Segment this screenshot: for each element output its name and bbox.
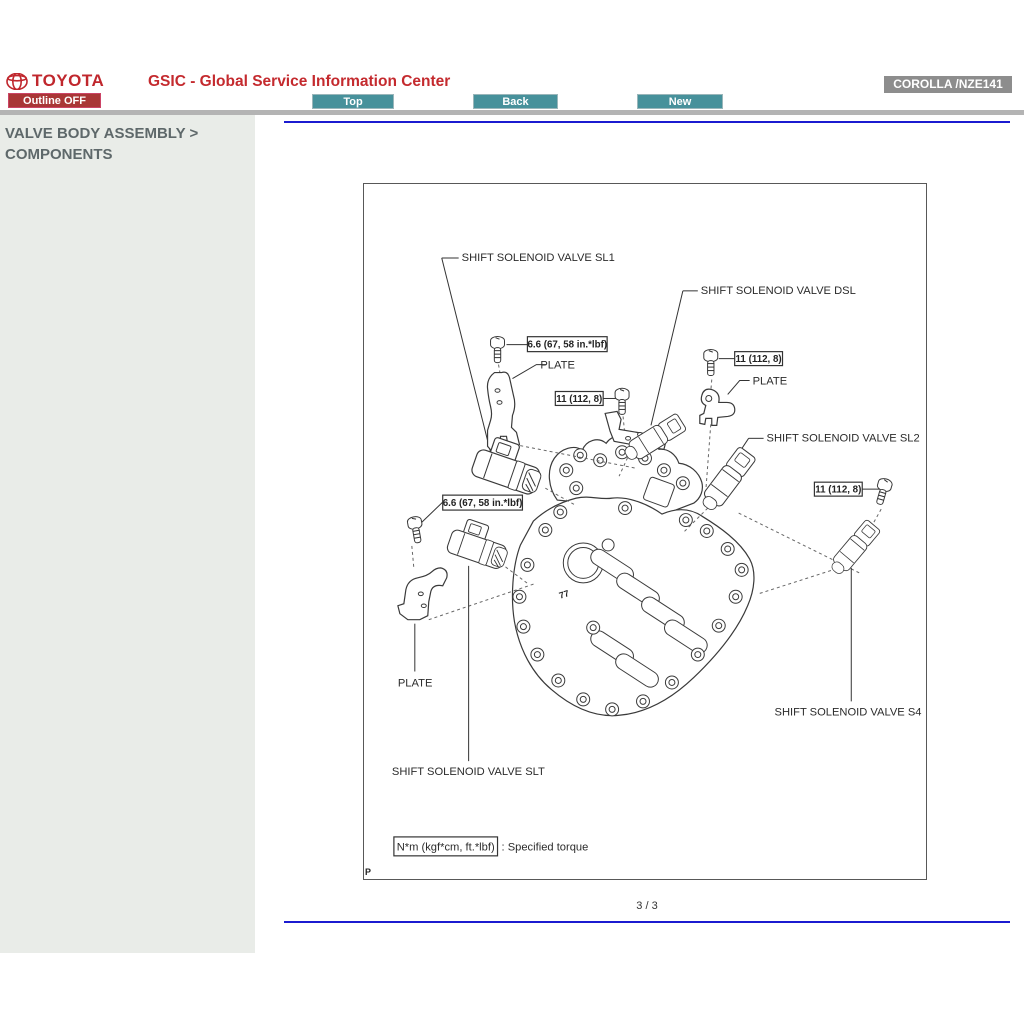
- brand: TOYOTA: [6, 71, 104, 91]
- torque-value: 6.6 (67, 58 in.*lbf): [527, 340, 607, 351]
- gsic-page: TOYOTA GSIC - Global Service Information…: [0, 0, 1024, 1024]
- legend-box-text: N*m (kgf*cm, ft.*lbf): [397, 841, 495, 853]
- torque-value: 11 (112, 8): [815, 485, 861, 496]
- blue-rule-bottom: [284, 921, 1010, 923]
- label-plate-bottom-left: PLATE: [398, 677, 433, 689]
- bolt-icon: [704, 349, 718, 375]
- torque-value: 11 (112, 8): [556, 394, 602, 405]
- blue-rule-top: [284, 121, 1010, 123]
- brand-text: TOYOTA: [32, 71, 104, 91]
- new-button[interactable]: New: [637, 94, 723, 109]
- bolt-icon: [491, 336, 505, 362]
- legend-text: : Specified torque: [502, 841, 589, 853]
- page-indicator: 3 / 3: [284, 900, 1010, 912]
- solenoid-s4-drawing: [827, 519, 881, 578]
- top-button[interactable]: Top: [312, 94, 394, 109]
- label-dsl: SHIFT SOLENOID VALVE DSL: [701, 285, 856, 297]
- label-plate-top-right: PLATE: [753, 376, 788, 388]
- breadcrumb-line1: VALVE BODY ASSEMBLY >: [5, 123, 255, 144]
- bolt-icon: [407, 516, 425, 544]
- plate-top-right-drawing: [700, 389, 735, 425]
- toyota-logo-icon: [6, 73, 28, 90]
- label-s4: SHIFT SOLENOID VALVE S4: [775, 706, 922, 718]
- label-slt: SHIFT SOLENOID VALVE SLT: [392, 766, 545, 778]
- sidebar: VALVE BODY ASSEMBLY > COMPONENTS: [0, 115, 255, 953]
- label-sl1: SHIFT SOLENOID VALVE SL1: [462, 252, 615, 264]
- solenoid-slt-drawing: [446, 515, 514, 571]
- components-diagram: 77: [364, 184, 926, 879]
- bolt-icon: [873, 477, 894, 506]
- torque-legend: N*m (kgf*cm, ft.*lbf) : Specified torque: [394, 837, 588, 856]
- back-button[interactable]: Back: [473, 94, 558, 109]
- torque-value: 11 (112, 8): [736, 354, 782, 365]
- model-badge: COROLLA /NZE141: [884, 76, 1012, 93]
- breadcrumb-line2: COMPONENTS: [5, 144, 255, 165]
- outline-off-button[interactable]: Outline OFF: [8, 93, 101, 108]
- breadcrumb-title: VALVE BODY ASSEMBLY > COMPONENTS: [5, 123, 255, 165]
- bolt-icon: [615, 388, 629, 414]
- solenoid-sl1-drawing: [470, 433, 549, 497]
- label-plate-top-left: PLATE: [540, 360, 575, 372]
- page-marker: P: [365, 867, 371, 877]
- diagram-box: 77: [363, 183, 927, 880]
- label-sl2: SHIFT SOLENOID VALVE SL2: [767, 432, 920, 444]
- torque-value: 6.6 (67, 58 in.*lbf): [443, 498, 523, 509]
- gsic-title: GSIC - Global Service Information Center: [148, 73, 450, 91]
